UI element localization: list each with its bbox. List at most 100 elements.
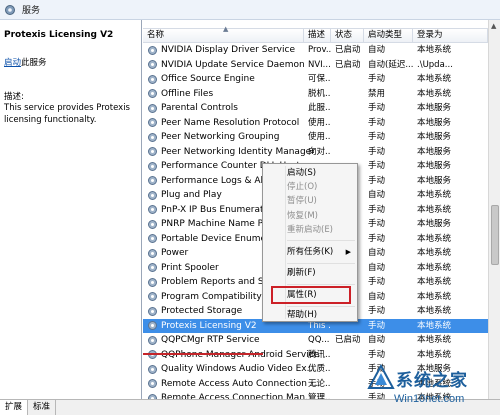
service-gear-icon bbox=[148, 248, 157, 258]
service-name: Protected Storage bbox=[161, 306, 243, 317]
column-header-status[interactable]: 状态 bbox=[331, 29, 364, 42]
service-gear-icon bbox=[148, 176, 157, 186]
service-name-cell: Peer Name Resolution Protocol bbox=[143, 117, 304, 128]
service-name-cell: Remote Access Auto Connection ... bbox=[143, 378, 318, 389]
menu-item-resume[interactable]: 恢复(M) bbox=[287, 209, 355, 223]
service-name: Power bbox=[161, 248, 189, 259]
start-service-link[interactable]: 启动 bbox=[4, 58, 21, 68]
vertical-scrollbar[interactable]: ▲ bbox=[488, 20, 500, 399]
tab-standard[interactable]: 标准 bbox=[28, 400, 57, 415]
service-gear-icon bbox=[148, 132, 157, 142]
service-startup-type: 自动 bbox=[368, 45, 386, 56]
service-name: Offline Files bbox=[161, 88, 214, 99]
service-startup-type: 手动 bbox=[368, 320, 386, 331]
watermark-url: Win10net.com bbox=[394, 393, 465, 405]
service-name-cell: NVIDIA Display Driver Service bbox=[143, 45, 304, 56]
service-logon-as: 本地系统 bbox=[417, 74, 452, 85]
menu-item-all-tasks[interactable]: 所有任务(K) ▶ bbox=[287, 245, 355, 259]
service-name-cell: Peer Networking Identity Manager bbox=[143, 146, 315, 157]
tab-extended[interactable]: 扩展 bbox=[0, 400, 29, 415]
column-header-logon-as[interactable]: 登录为 bbox=[413, 29, 488, 42]
start-service-row: 启动此服务 bbox=[4, 56, 47, 68]
service-description: 无论... bbox=[308, 378, 331, 389]
service-logon-as: 本地服务 bbox=[417, 132, 452, 143]
column-header-description[interactable]: 描述 bbox=[304, 29, 331, 42]
menu-item-stop[interactable]: 停止(O) bbox=[287, 180, 355, 194]
menu-item-help[interactable]: 帮助(H) bbox=[287, 308, 355, 322]
scroll-up-icon[interactable]: ▲ bbox=[491, 22, 496, 30]
service-status: 已启动 bbox=[335, 335, 361, 346]
service-name: QQPCMgr RTP Service bbox=[161, 335, 260, 346]
service-logon-as: 本地服务 bbox=[417, 161, 452, 172]
service-startup-type: 手动 bbox=[368, 132, 386, 143]
table-row[interactable]: NVIDIA Display Driver Service Prov... 已启动自… bbox=[143, 43, 488, 58]
scrollbar-thumb[interactable] bbox=[491, 205, 499, 265]
column-header-startup-type[interactable]: 启动类型 bbox=[364, 29, 413, 42]
service-logon-as: 本地系统 bbox=[417, 88, 452, 99]
service-name-cell: NVIDIA Update Service Daemon bbox=[143, 59, 305, 70]
table-row[interactable]: NVIDIA Update Service Daemon NVI... 已启动 自动(… bbox=[143, 58, 488, 73]
properties-highlight-box bbox=[271, 286, 351, 304]
service-gear-icon bbox=[148, 234, 157, 244]
service-gear-icon bbox=[148, 321, 157, 331]
watermark-text: 系统之家 bbox=[396, 371, 468, 391]
service-name: Quality Windows Audio Video Ex... bbox=[161, 364, 316, 375]
service-name: Peer Networking Identity Manager bbox=[161, 146, 315, 157]
service-description: 管理... bbox=[308, 393, 331, 399]
service-startup-type: 手动 bbox=[368, 306, 386, 317]
service-name-cell: QQPCMgr RTP Service bbox=[143, 335, 304, 346]
context-menu: 启动(S) 停止(O) 暂停(U) 恢复(M) 重新启动(E) 所有任务(K) ▶… bbox=[262, 163, 358, 322]
service-gear-icon bbox=[148, 190, 157, 200]
menu-item-pause[interactable]: 暂停(U) bbox=[287, 194, 355, 208]
service-gear-icon bbox=[148, 219, 157, 229]
list-header: ▲ 名称 描述 状态 启动类型 登录为 bbox=[143, 25, 488, 43]
service-startup-type: 手动 bbox=[368, 161, 386, 172]
service-description: 此服... bbox=[308, 103, 331, 114]
service-gear-icon bbox=[148, 74, 157, 84]
service-startup-type: 自动 bbox=[368, 262, 386, 273]
table-row[interactable]: Peer Networking Identity Manager 向对... 手动 本… bbox=[143, 145, 488, 160]
service-startup-type: 自动(延迟... bbox=[368, 59, 413, 70]
service-gear-icon bbox=[148, 364, 157, 374]
service-name: Plug and Play bbox=[161, 190, 222, 201]
service-startup-type: 禁用 bbox=[368, 88, 386, 99]
selection-underline-annotation bbox=[143, 353, 263, 355]
service-startup-type: 自动 bbox=[368, 291, 386, 302]
service-logon-as: 本地系统 bbox=[417, 248, 452, 259]
start-service-suffix: 此服务 bbox=[21, 58, 47, 68]
table-row[interactable]: QQPCMgr RTP Service QQ... 已启动 自动 本地系统 bbox=[143, 333, 488, 348]
service-logon-as: 本地服务 bbox=[417, 175, 452, 186]
menu-item-start[interactable]: 启动(S) bbox=[287, 166, 355, 180]
service-logon-as: .\Upda... bbox=[417, 59, 453, 70]
service-details-pane: Protexis Licensing V2 启动此服务 描述: This ser… bbox=[0, 20, 142, 399]
service-name-cell: Peer Networking Grouping bbox=[143, 132, 304, 143]
selected-service-name: Protexis Licensing V2 bbox=[4, 30, 114, 40]
service-logon-as: 本地系统 bbox=[417, 262, 452, 273]
service-startup-type: 自动 bbox=[368, 248, 386, 259]
table-row[interactable]: Parental Controls 此服... 手动 本地服务 bbox=[143, 101, 488, 116]
service-startup-type: 手动 bbox=[368, 204, 386, 215]
service-description: Prov... bbox=[308, 45, 331, 56]
service-name-cell: Office Source Engine bbox=[143, 74, 304, 85]
service-name: PnP-X IP Bus Enumerator bbox=[161, 204, 273, 215]
service-status: 已启动 bbox=[335, 59, 361, 70]
service-name: Peer Networking Grouping bbox=[161, 132, 280, 143]
sort-ascending-icon: ▲ bbox=[223, 25, 229, 33]
service-gear-icon bbox=[148, 277, 157, 287]
service-gear-icon bbox=[148, 263, 157, 273]
service-name: NVIDIA Update Service Daemon bbox=[161, 59, 305, 70]
service-gear-icon bbox=[148, 89, 157, 99]
service-startup-type: 自动 bbox=[368, 335, 386, 346]
table-row[interactable]: Peer Name Resolution Protocol 使用... 手动 本地服务 bbox=[143, 116, 488, 131]
table-row[interactable]: Peer Networking Grouping 使用... 手动 本地服务 bbox=[143, 130, 488, 145]
service-logon-as: 本地系统 bbox=[417, 306, 452, 317]
service-description: 向对... bbox=[308, 146, 331, 157]
service-logon-as: 本地系统 bbox=[417, 320, 452, 331]
service-name-cell: Parental Controls bbox=[143, 103, 304, 114]
table-row[interactable]: Office Source Engine 可保... 手动 本地系统 bbox=[143, 72, 488, 87]
menu-item-restart[interactable]: 重新启动(E) bbox=[287, 223, 355, 237]
menu-item-refresh[interactable]: 刷新(F) bbox=[287, 266, 355, 280]
service-status: 已启动 bbox=[335, 45, 361, 56]
table-row[interactable]: Offline Files 脱机... 禁用 本地系统 bbox=[143, 87, 488, 102]
service-name: Print Spooler bbox=[161, 262, 219, 273]
